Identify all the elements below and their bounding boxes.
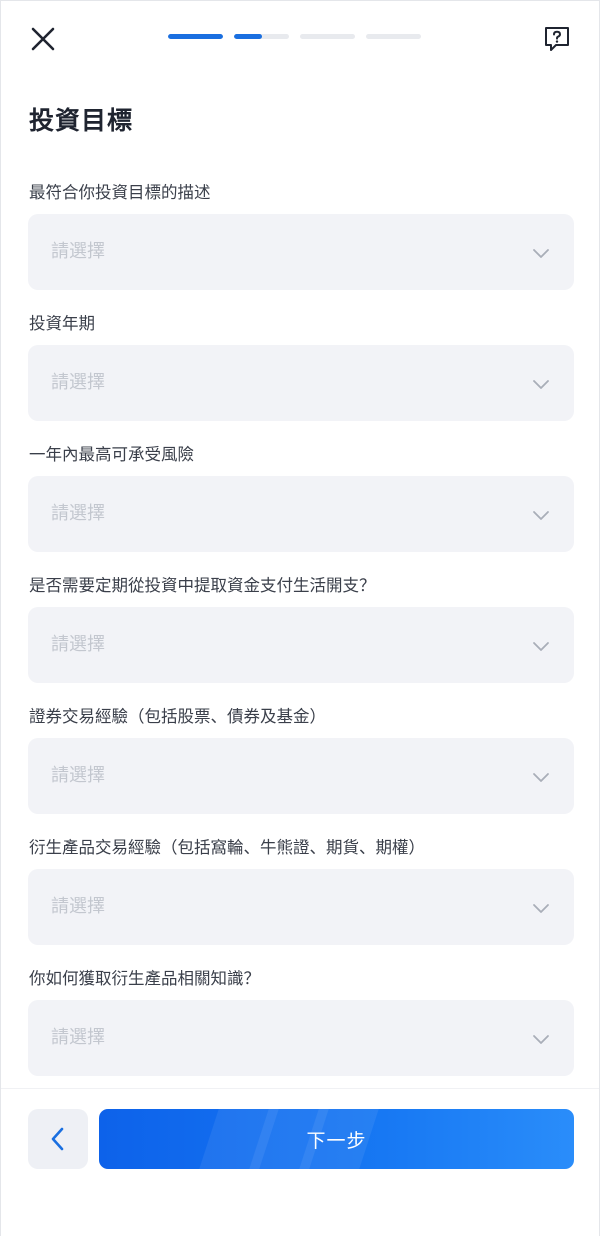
progress-steps xyxy=(168,34,421,39)
select-placeholder: 請選擇 xyxy=(51,765,105,786)
progress-step-3 xyxy=(300,34,355,39)
form-field: 你如何獲取衍生產品相關知識？ 請選擇 xyxy=(28,965,574,1096)
select-dropdown[interactable]: 請選擇 xyxy=(28,1000,574,1076)
chevron-down-icon xyxy=(533,904,549,913)
select-placeholder: 請選擇 xyxy=(51,896,105,917)
field-label: 你如何獲取衍生產品相關知識？ xyxy=(29,969,260,988)
help-button[interactable] xyxy=(537,19,577,59)
next-step-label: 下一步 xyxy=(306,1129,367,1152)
chevron-left-icon xyxy=(51,1127,64,1151)
progress-step-fill xyxy=(234,34,262,39)
progress-step-fill xyxy=(168,34,223,39)
chevron-down-icon xyxy=(533,511,549,520)
select-placeholder: 請選擇 xyxy=(51,1027,105,1048)
progress-step-1 xyxy=(168,34,223,39)
select-dropdown[interactable]: 請選擇 xyxy=(28,214,574,290)
top-bar xyxy=(1,1,599,75)
field-label: 一年內最高可承受風險 xyxy=(29,445,194,464)
field-label: 是否需要定期從投資中提取資金支付生活開支？ xyxy=(29,576,376,595)
select-dropdown[interactable]: 請選擇 xyxy=(28,607,574,683)
next-step-button[interactable]: 下一步 xyxy=(99,1109,574,1169)
select-placeholder: 請選擇 xyxy=(51,634,105,655)
select-placeholder: 請選擇 xyxy=(51,503,105,524)
close-button[interactable] xyxy=(23,19,63,59)
form-field: 最符合你投資目標的描述請選擇 xyxy=(28,179,574,310)
chevron-down-icon xyxy=(533,642,549,651)
form-field: 證券交易經驗（包括股票、債券及基金） 請選擇 xyxy=(28,703,574,834)
back-button[interactable] xyxy=(28,1109,88,1169)
form-field: 投資年期請選擇 xyxy=(28,310,574,441)
close-icon xyxy=(31,27,55,51)
field-label: 投資年期 xyxy=(29,314,95,333)
field-label: 最符合你投資目標的描述 xyxy=(29,183,211,202)
field-label: 衍生產品交易經驗（包括窩輪、牛熊證、期貨、期權） xyxy=(29,838,425,857)
chevron-down-icon xyxy=(533,773,549,782)
select-placeholder: 請選擇 xyxy=(51,372,105,393)
form-field: 是否需要定期從投資中提取資金支付生活開支？ 請選擇 xyxy=(28,572,574,703)
questionnaire-form: 最符合你投資目標的描述 請選擇 投資年期 請選擇 一年內最高可承受風險 請選擇 是否需要定期… xyxy=(28,179,574,1096)
footer-bar: 下一步 xyxy=(1,1089,599,1236)
screen: 投資目標 最符合你投資目標的描述 請選擇 投資年期 請選擇 一年內最高可承受風險 請選擇是… xyxy=(0,0,600,1236)
select-dropdown[interactable]: 請選擇 xyxy=(28,476,574,552)
select-placeholder: 請選擇 xyxy=(51,241,105,262)
form-field: 衍生產品交易經驗（包括窩輪、牛熊證、期貨、期權） 請選擇 xyxy=(28,834,574,965)
question-message-icon xyxy=(545,27,569,51)
select-dropdown[interactable]: 請選擇 xyxy=(28,345,574,421)
select-dropdown[interactable]: 請選擇 xyxy=(28,869,574,945)
chevron-down-icon xyxy=(533,380,549,389)
chevron-down-icon xyxy=(533,1035,549,1044)
page-title: 投資目標 xyxy=(29,106,134,135)
progress-step-4 xyxy=(366,34,421,39)
field-label: 證券交易經驗（包括股票、債券及基金） xyxy=(29,707,326,726)
form-field: 一年內最高可承受風險請選擇 xyxy=(28,441,574,572)
select-dropdown[interactable]: 請選擇 xyxy=(28,738,574,814)
chevron-down-icon xyxy=(533,249,549,258)
progress-step-2 xyxy=(234,34,289,39)
